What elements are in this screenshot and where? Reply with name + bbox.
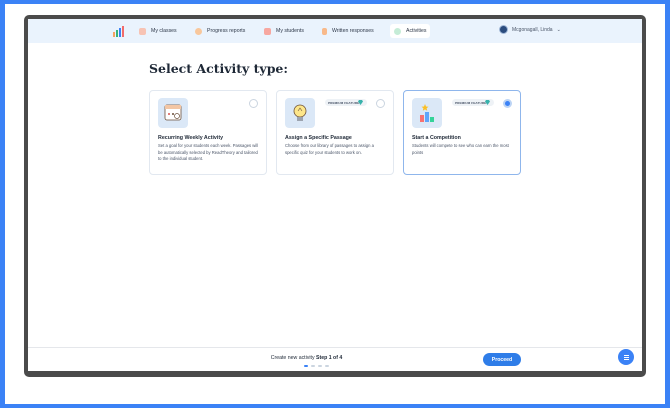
diamond-icon [358,100,363,105]
lightbulb-head-icon [285,98,315,128]
card-title: Assign a Specific Passage [285,135,352,141]
footer-divider [28,347,642,348]
competition-radio[interactable] [503,99,512,108]
step-label: Step 1 of 4 [316,355,343,361]
readtheory-logo-icon[interactable] [112,25,126,37]
step-progress-dots [304,365,329,367]
step-dot [304,365,308,367]
avatar [499,25,508,34]
activity-card-recurring[interactable]: Recurring Weekly Activity Set a goal for… [149,90,267,175]
activities-icon [394,27,401,35]
calendar-icon [158,98,188,128]
written-icon [322,27,327,35]
chat-button[interactable] [618,349,634,365]
user-name: Mcgonagall, Linda [512,26,553,33]
specific-passage-radio[interactable] [376,99,385,108]
card-description: Set a goal for your students each week. … [158,143,259,161]
step-prefix: Create new activity [270,355,315,361]
nav-my-classes-label: My classes [151,28,177,34]
card-description: Students will compete to see who can ear… [412,143,509,155]
step-dot [325,365,329,367]
nav-progress-reports-label: Progress reports [207,28,246,34]
card-title: Recurring Weekly Activity [158,135,224,141]
nav-progress-reports[interactable]: Progress reports [191,24,249,38]
nav-activities-label: Activities [406,28,427,34]
card-title: Start a Competition [412,135,461,141]
page-title: Select Activity type: [149,61,288,76]
top-navigation: My classes Progress reports My students … [28,19,642,43]
classes-icon [139,27,146,35]
chevron-down-icon: ⌄ [556,26,561,33]
progress-icon [195,27,202,35]
activity-card-specific-passage[interactable]: PREMIUM FEATURE Assign a Specific Passag… [276,90,394,175]
nav-written-responses-label: Written responses [332,28,374,34]
premium-badge: PREMIUM FEATURE [325,99,367,106]
card-description: Choose from our library of passages to a… [285,143,374,155]
nav-activities[interactable]: Activities [390,24,431,38]
proceed-button[interactable]: Proceed [483,353,521,366]
diamond-icon [485,100,490,105]
step-dot [318,365,322,367]
students-icon [264,27,271,35]
activity-card-competition[interactable]: PREMIUM FEATURE Start a Competition Stud… [403,90,521,175]
nav-my-students-label: My students [276,28,304,34]
premium-badge-label: PREMIUM FEATURE [455,100,487,105]
menu-lines-icon [623,354,629,360]
app-screen: My classes Progress reports My students … [28,19,642,371]
nav-written-responses[interactable]: Written responses [318,24,378,38]
recurring-radio[interactable] [249,99,258,108]
nav-my-students[interactable]: My students [260,24,308,38]
nav-my-classes[interactable]: My classes [135,24,181,38]
step-dot [311,365,315,367]
trophy-podium-icon [412,98,442,128]
premium-badge: PREMIUM FEATURE [452,99,494,106]
user-menu[interactable]: Mcgonagall, Linda ⌄ [499,25,561,34]
premium-badge-label: PREMIUM FEATURE [328,100,360,105]
